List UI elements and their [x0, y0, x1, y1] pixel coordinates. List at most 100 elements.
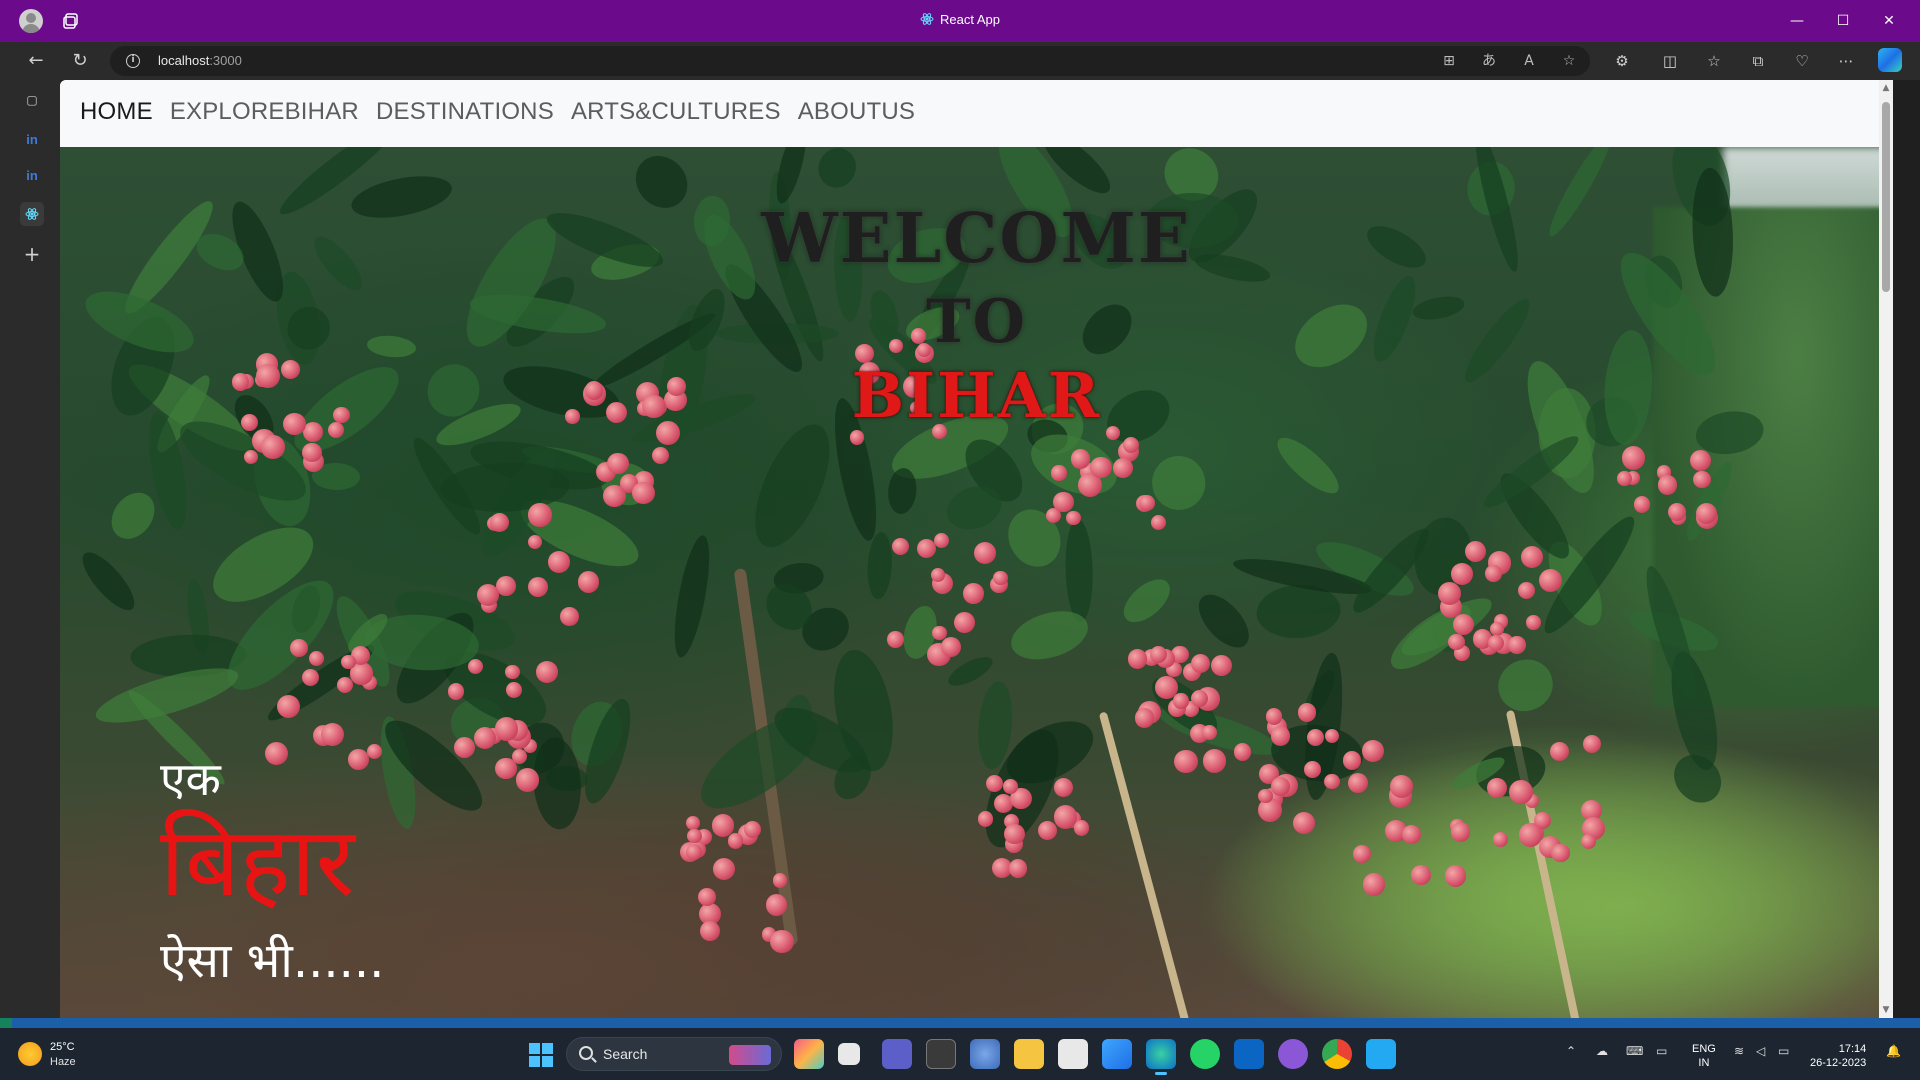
split-screen-icon[interactable]: ◫ [1660, 51, 1680, 71]
litchi-fruit [1657, 475, 1678, 495]
litchi-fruit [1127, 649, 1148, 669]
search-highlight-icon [729, 1045, 771, 1065]
wifi-icon[interactable]: ≋ [1734, 1044, 1744, 1058]
url-field[interactable]: i localhost:3000 ⊞ あ A ☆ [110, 46, 1590, 76]
litchi-fruit [1507, 636, 1526, 654]
litchi-fruit [1053, 491, 1075, 513]
remote-indicator [0, 1018, 12, 1028]
litchi-fruit [1070, 448, 1091, 469]
litchi-fruit [505, 664, 520, 680]
url-text[interactable]: localhost:3000 [158, 53, 242, 68]
collections-icon[interactable]: ⧉ [1748, 51, 1768, 71]
nav-aboutus-link[interactable]: ABOUTUS [798, 98, 915, 126]
scrollbar-thumb[interactable] [1882, 102, 1890, 292]
litchi-fruit [1493, 831, 1509, 847]
litchi-fruit [494, 717, 519, 741]
translate-icon[interactable]: あ [1480, 52, 1498, 70]
task-view-icon[interactable] [838, 1043, 860, 1065]
linkedin-tab-icon[interactable]: in [20, 164, 44, 188]
scroll-down-arrow-icon[interactable]: ▼ [1880, 1004, 1892, 1016]
vscode-icon[interactable] [1366, 1039, 1396, 1069]
litchi-fruit [1051, 465, 1067, 481]
new-tab-plus-icon[interactable]: + [20, 242, 44, 266]
volume-icon[interactable]: ◁ [1756, 1044, 1765, 1058]
litchi-fruit [1549, 742, 1569, 762]
litchi-fruit [536, 661, 558, 683]
edge-browser-icon[interactable] [1146, 1039, 1176, 1075]
settings-gear-icon[interactable] [970, 1039, 1000, 1069]
back-arrow-icon[interactable]: ← [24, 49, 48, 73]
teams-meet-icon[interactable] [882, 1039, 912, 1069]
nav-home-link[interactable]: HOME [80, 98, 153, 126]
foliage-leaf [1490, 651, 1560, 719]
copilot-app-icon[interactable] [794, 1039, 824, 1069]
nav-destinations-link[interactable]: DESTINATIONS [376, 98, 554, 126]
whatsapp-icon[interactable] [1190, 1039, 1220, 1069]
language-code: ENG [1692, 1043, 1716, 1055]
document-app-icon[interactable] [1058, 1039, 1088, 1069]
foliage-leaf [1145, 449, 1213, 517]
language-indicator[interactable]: ENG IN [1692, 1042, 1716, 1070]
show-hidden-icons-chevron-icon[interactable]: ⌃ [1566, 1044, 1576, 1058]
litchi-fruit [1090, 457, 1112, 479]
foliage-leaf [103, 484, 164, 547]
taskbar-search[interactable]: Search [566, 1037, 782, 1071]
notification-bell-icon[interactable]: 🔔 [1886, 1044, 1901, 1058]
battery-icon[interactable]: ▭ [1778, 1044, 1789, 1058]
foliage-leaf [944, 651, 997, 692]
editor-status-strip [0, 1018, 1920, 1028]
foliage-leaf [1064, 518, 1094, 622]
read-aloud-icon[interactable]: A [1520, 52, 1538, 70]
linkedin-icon[interactable] [1234, 1039, 1264, 1069]
scroll-up-arrow-icon[interactable]: ▲ [1880, 82, 1892, 94]
more-options-icon[interactable]: ⋯ [1836, 51, 1856, 71]
litchi-fruit [1203, 749, 1227, 773]
address-bar: ← ↻ i localhost:3000 ⊞ あ A ☆ ⚙ ◫ ☆ ⧉ ♡ ⋯ [0, 42, 1920, 80]
litchi-fruit [652, 446, 670, 464]
litchi-fruit [1452, 613, 1475, 636]
page-scrollbar[interactable]: ▲ ▼ [1879, 80, 1893, 1018]
page-viewport: HOME EXPLOREBIHAR DESTINATIONS ARTS&CULT… [60, 80, 1893, 1018]
litchi-fruit [727, 833, 744, 849]
extensions-icon[interactable]: ⚙ [1612, 51, 1632, 71]
litchi-fruit [940, 636, 962, 658]
favorites-icon[interactable]: ☆ [1704, 51, 1724, 71]
onedrive-icon[interactable]: ☁ [1596, 1044, 1608, 1058]
litchi-fruit [963, 583, 985, 605]
litchi-fruit [560, 607, 579, 626]
copilot-icon[interactable] [1878, 48, 1902, 72]
github-icon[interactable] [1278, 1039, 1308, 1069]
litchi-fruit [603, 484, 626, 508]
close-button[interactable]: ✕ [1866, 6, 1912, 36]
litchi-fruit [772, 873, 788, 888]
microsoft-store-icon[interactable] [1102, 1039, 1132, 1069]
windows-start-icon[interactable] [529, 1043, 553, 1067]
foliage-leaf [1189, 586, 1258, 656]
linkedin-tab-icon[interactable]: in [20, 128, 44, 152]
maximize-button[interactable]: ☐ [1820, 6, 1866, 36]
litchi-fruit [1134, 708, 1155, 728]
app-available-icon[interactable]: ⊞ [1440, 52, 1458, 70]
keyboard-icon[interactable]: ⌨ [1626, 1044, 1643, 1058]
system-clock[interactable]: 17:14 26-12-2023 [1810, 1042, 1866, 1070]
minimize-button[interactable]: — [1774, 6, 1820, 36]
chrome-icon[interactable] [1322, 1039, 1352, 1069]
display-icon[interactable]: ▭ [1656, 1044, 1667, 1058]
browser-essentials-icon[interactable]: ♡ [1792, 51, 1812, 71]
nav-explorebihar-link[interactable]: EXPLOREBIHAR [170, 98, 359, 126]
favorite-star-icon[interactable]: ☆ [1560, 52, 1578, 70]
file-explorer-icon[interactable] [1014, 1039, 1044, 1069]
refresh-icon[interactable]: ↻ [68, 49, 92, 73]
nav-arts-cultures-link[interactable]: ARTS&CULTURES [571, 98, 781, 126]
weather-temp: 25°C [50, 1041, 75, 1053]
react-tab-icon[interactable] [20, 202, 44, 226]
app-icon[interactable] [926, 1039, 956, 1069]
litchi-fruit [1361, 740, 1384, 763]
litchi-fruit [607, 452, 629, 475]
litchi-fruit [489, 512, 509, 532]
tab-actions-icon[interactable]: ▢ [20, 88, 44, 112]
site-info-icon[interactable]: i [126, 54, 140, 68]
litchi-fruit [1211, 655, 1233, 677]
litchi-fruit [993, 570, 1008, 586]
litchi-fruit [973, 541, 997, 565]
